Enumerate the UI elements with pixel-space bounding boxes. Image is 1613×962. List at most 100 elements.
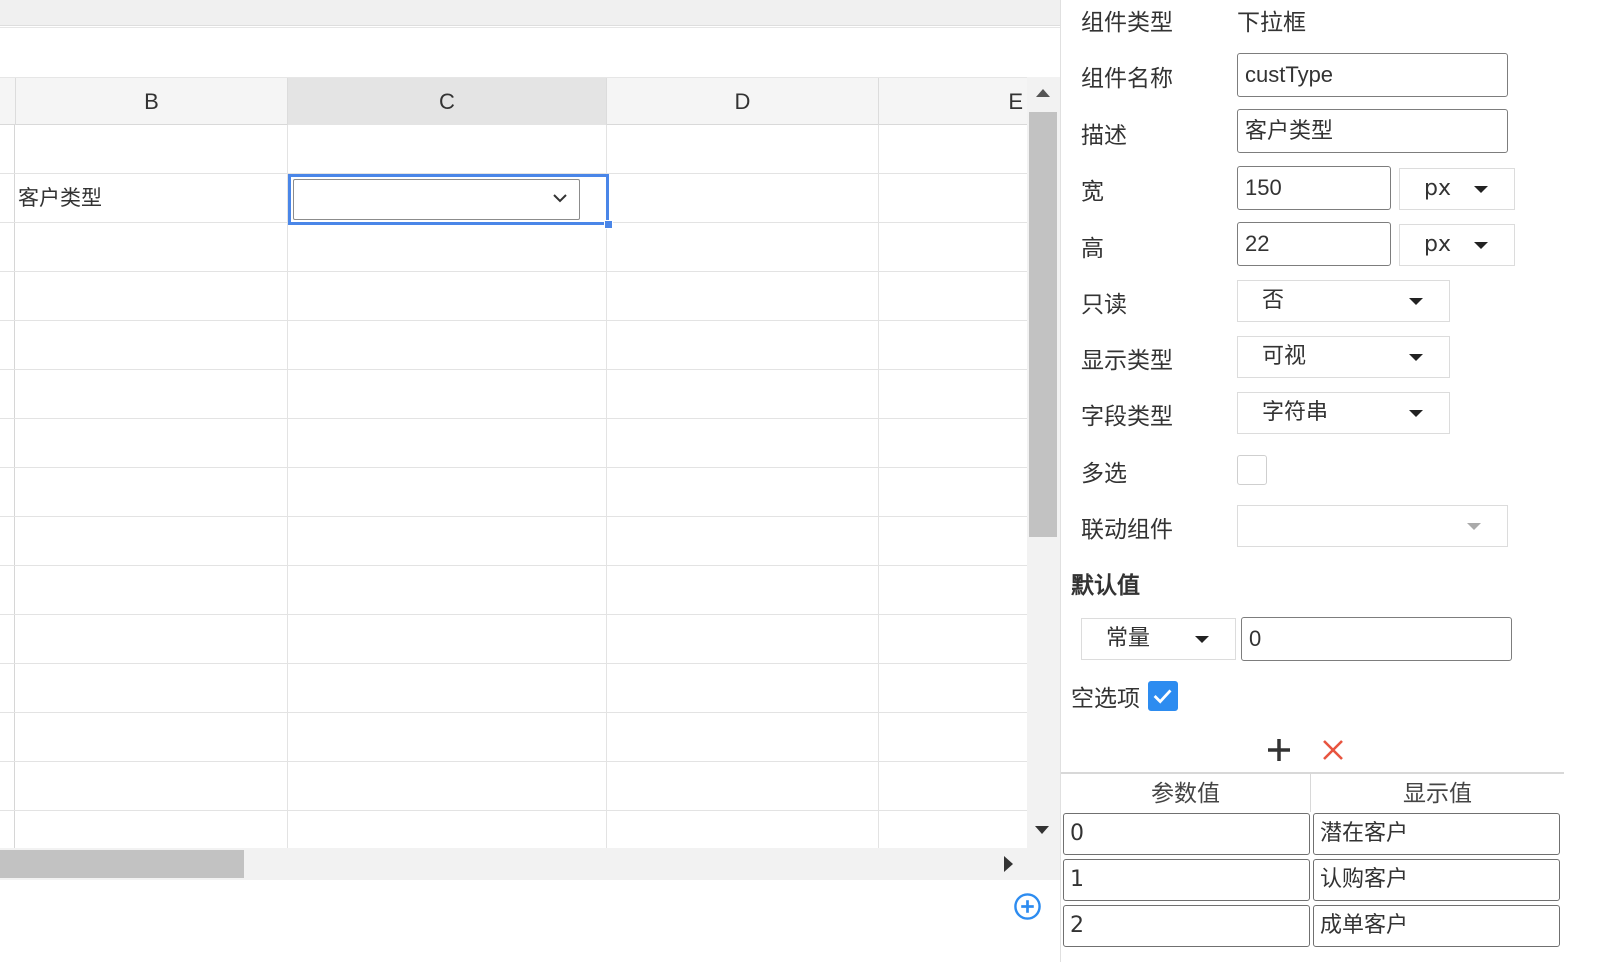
grid-cell[interactable]	[879, 468, 1027, 516]
grid-cell[interactable]	[879, 223, 1027, 271]
horizontal-scroll-thumb[interactable]	[0, 850, 244, 878]
grid-cell[interactable]	[288, 468, 607, 516]
row-header-stub[interactable]	[0, 419, 15, 467]
display-type-select[interactable]: 可视	[1237, 336, 1450, 378]
default-mode-select[interactable]: 常量	[1081, 618, 1236, 660]
height-input[interactable]: 22	[1237, 222, 1391, 266]
grid-cell[interactable]	[288, 125, 607, 173]
grid-cell[interactable]	[16, 223, 288, 271]
grid-cell[interactable]	[16, 321, 288, 369]
scroll-up-icon[interactable]	[1036, 89, 1050, 97]
grid-cell[interactable]	[879, 272, 1027, 320]
description-input[interactable]: 客户类型	[1237, 109, 1508, 153]
column-header-e[interactable]: E	[879, 78, 1027, 125]
grid-cell[interactable]	[16, 125, 288, 173]
scroll-right-icon[interactable]	[1004, 856, 1013, 872]
grid-cell[interactable]	[607, 272, 879, 320]
field-type-select[interactable]: 字符串	[1237, 392, 1450, 434]
column-header-c[interactable]: C	[288, 78, 607, 125]
width-input[interactable]: 150	[1237, 166, 1391, 210]
grid-cell[interactable]	[607, 615, 879, 663]
grid-cell[interactable]	[879, 664, 1027, 712]
grid-cell[interactable]	[607, 370, 879, 418]
grid-cell[interactable]	[16, 615, 288, 663]
grid-cell[interactable]	[607, 664, 879, 712]
grid-cell[interactable]	[288, 419, 607, 467]
selected-cell-c2[interactable]	[288, 174, 609, 225]
option-display-cell[interactable]: 成单客户	[1313, 905, 1560, 947]
height-unit-select[interactable]: px	[1399, 224, 1515, 266]
vertical-scrollbar[interactable]	[1027, 77, 1060, 848]
grid-cell[interactable]	[607, 517, 879, 565]
grid-cell[interactable]	[288, 664, 607, 712]
grid-cell[interactable]	[16, 370, 288, 418]
cell-dropdown-control[interactable]	[293, 179, 580, 220]
grid-cell[interactable]	[16, 664, 288, 712]
grid-cell[interactable]	[16, 517, 288, 565]
grid-cell[interactable]	[879, 615, 1027, 663]
row-header-stub[interactable]	[0, 566, 15, 614]
grid-cell[interactable]	[607, 223, 879, 271]
grid-cell[interactable]	[16, 419, 288, 467]
row-header-stub[interactable]	[0, 762, 15, 810]
column-header-stub[interactable]	[0, 78, 16, 125]
row-header-stub[interactable]	[0, 468, 15, 516]
row-header-stub[interactable]	[0, 223, 15, 271]
grid-cell[interactable]	[879, 566, 1027, 614]
formula-bar[interactable]	[0, 27, 1060, 77]
grid-cell[interactable]	[607, 419, 879, 467]
row-header-stub[interactable]	[0, 615, 15, 663]
column-header-d[interactable]: D	[607, 78, 879, 125]
grid-cell[interactable]	[16, 272, 288, 320]
row-header-stub[interactable]	[0, 321, 15, 369]
grid-cell[interactable]	[16, 762, 288, 810]
grid-cell[interactable]	[288, 272, 607, 320]
plus-icon[interactable]	[1265, 736, 1293, 764]
empty-option-checkbox[interactable]	[1148, 681, 1178, 711]
close-icon[interactable]	[1321, 738, 1345, 762]
grid-cell[interactable]	[607, 468, 879, 516]
grid-cell[interactable]	[16, 713, 288, 761]
width-unit-select[interactable]: px	[1399, 168, 1515, 210]
grid-cell[interactable]	[288, 615, 607, 663]
cell-grid[interactable]: 客户类型	[0, 125, 1027, 860]
grid-cell[interactable]	[288, 223, 607, 271]
grid-cell[interactable]	[879, 419, 1027, 467]
grid-cell[interactable]	[288, 762, 607, 810]
row-header-stub[interactable]	[0, 664, 15, 712]
grid-cell[interactable]	[607, 713, 879, 761]
component-name-input[interactable]: custType	[1237, 53, 1508, 97]
grid-cell[interactable]	[607, 762, 879, 810]
grid-cell[interactable]	[879, 517, 1027, 565]
grid-cell[interactable]	[607, 566, 879, 614]
readonly-select[interactable]: 否	[1237, 280, 1450, 322]
vertical-scroll-thumb[interactable]	[1029, 112, 1057, 537]
grid-cell[interactable]	[288, 370, 607, 418]
option-param-cell[interactable]: 0	[1063, 813, 1310, 855]
plus-circle-icon[interactable]	[1013, 892, 1042, 921]
cell-b2-label[interactable]: 客户类型	[16, 174, 288, 222]
row-header-stub[interactable]	[0, 370, 15, 418]
scroll-down-icon[interactable]	[1035, 826, 1049, 834]
grid-cell[interactable]	[879, 762, 1027, 810]
option-param-cell[interactable]: 2	[1063, 905, 1310, 947]
default-value-input[interactable]: 0	[1241, 617, 1512, 661]
grid-cell[interactable]	[288, 517, 607, 565]
row-header-stub[interactable]	[0, 713, 15, 761]
grid-cell[interactable]	[288, 321, 607, 369]
grid-cell[interactable]	[16, 468, 288, 516]
grid-cell[interactable]	[879, 321, 1027, 369]
column-header-b[interactable]: B	[16, 78, 288, 125]
row-header-stub[interactable]	[0, 517, 15, 565]
grid-cell[interactable]	[879, 174, 1027, 222]
linked-component-select[interactable]	[1237, 505, 1508, 547]
grid-cell[interactable]	[288, 566, 607, 614]
option-display-cell[interactable]: 认购客户	[1313, 859, 1560, 901]
horizontal-scrollbar[interactable]	[0, 848, 1027, 880]
grid-cell[interactable]	[607, 321, 879, 369]
grid-cell[interactable]	[288, 713, 607, 761]
row-header-stub[interactable]	[0, 272, 15, 320]
grid-cell[interactable]	[879, 125, 1027, 173]
option-param-cell[interactable]: 1	[1063, 859, 1310, 901]
grid-cell[interactable]	[607, 125, 879, 173]
